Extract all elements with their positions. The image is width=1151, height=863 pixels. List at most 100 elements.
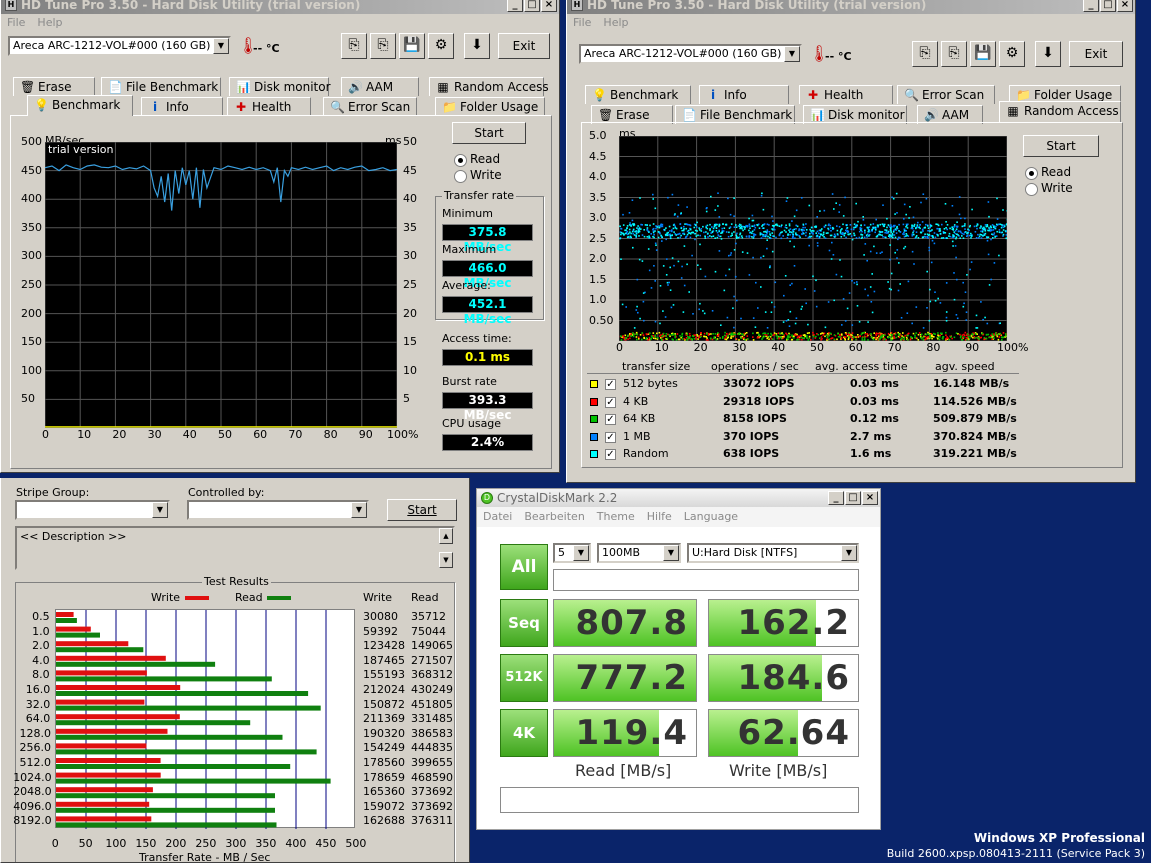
- tab-file-benchmark[interactable]: 📄 File Benchmark: [101, 77, 221, 96]
- scatter-point: [952, 227, 955, 230]
- copy-all-button[interactable]: ⎘: [370, 33, 396, 59]
- exit-button[interactable]: Exit: [1069, 41, 1123, 67]
- menu-help[interactable]: Help: [37, 14, 62, 31]
- scroll-up-icon[interactable]: ▲: [439, 528, 453, 544]
- scatter-point: [646, 224, 648, 226]
- minimize-button[interactable]: _: [828, 491, 844, 505]
- close-button[interactable]: ×: [862, 491, 878, 505]
- tab-aam[interactable]: 🔊 AAM: [341, 77, 419, 96]
- save-icon[interactable]: 💾: [399, 33, 425, 59]
- tab-random-access[interactable]: ▦ Random Access: [999, 101, 1121, 122]
- minimize-button[interactable]: _: [1083, 0, 1099, 12]
- close-button[interactable]: ×: [1117, 0, 1133, 12]
- maximize-button[interactable]: □: [845, 491, 861, 505]
- tab-health[interactable]: ✚ Health: [227, 97, 311, 116]
- exit-button[interactable]: Exit: [498, 33, 550, 59]
- options-icon[interactable]: ⚙: [999, 41, 1025, 67]
- copy-all-button[interactable]: ⎘: [941, 41, 967, 67]
- menu-language[interactable]: Language: [684, 507, 738, 527]
- 512k-button[interactable]: 512K: [500, 654, 548, 702]
- read-radio[interactable]: Read: [454, 152, 500, 167]
- tab-info[interactable]: i Info: [699, 85, 789, 104]
- menu-bearbeiten[interactable]: Bearbeiten: [524, 507, 584, 527]
- scatter-point: [869, 286, 872, 288]
- scatter-point: [865, 234, 868, 236]
- series-checkbox[interactable]: ✓: [605, 449, 616, 460]
- menu-help[interactable]: Help: [603, 14, 628, 31]
- hdtune-left-titlebar[interactable]: H HD Tune Pro 3.50 - Hard Disk Utility (…: [1, 0, 559, 14]
- tab-benchmark[interactable]: 💡 Benchmark: [585, 85, 691, 104]
- 4k-button[interactable]: 4K: [500, 709, 548, 757]
- cdm-titlebar[interactable]: D CrystalDiskMark 2.2 _ □ ×: [477, 489, 880, 507]
- scatter-point: [693, 338, 696, 340]
- hdtune-right-titlebar[interactable]: H HD Tune Pro 3.50 - Hard Disk Utility (…: [567, 0, 1135, 14]
- maximize-button[interactable]: □: [1100, 0, 1116, 12]
- scatter-point: [630, 332, 633, 335]
- close-button[interactable]: ×: [541, 0, 557, 12]
- drive-select[interactable]: Areca ARC-1212-VOL#000 (160 GB) ▼: [8, 36, 231, 56]
- scatter-point: [929, 226, 931, 229]
- copy-info-button[interactable]: ⎘: [912, 41, 938, 67]
- scatter-point: [927, 227, 930, 229]
- scatter-point: [952, 245, 954, 247]
- count-select[interactable]: 5 ▼: [553, 543, 591, 563]
- scatter-point: [863, 336, 866, 338]
- scatter-point: [856, 224, 858, 227]
- scatter-point: [792, 233, 795, 236]
- scatter-point: [845, 236, 847, 239]
- menu-theme[interactable]: Theme: [597, 507, 635, 527]
- series-checkbox[interactable]: ✓: [605, 396, 616, 408]
- series-checkbox[interactable]: ✓: [605, 379, 616, 390]
- header-speed: agv. speed: [935, 360, 995, 373]
- scroll-down-icon[interactable]: ▼: [439, 552, 453, 568]
- tab-error-scan[interactable]: 🔍 Error Scan: [323, 97, 417, 116]
- scatter-point: [961, 334, 964, 336]
- scatter-point: [953, 224, 956, 226]
- scatter-point: [817, 333, 820, 336]
- tab-error-scan[interactable]: 🔍 Error Scan: [897, 85, 995, 104]
- minimize-button[interactable]: _: [507, 0, 523, 12]
- scatter-point: [888, 287, 891, 290]
- tab-disk-monitor[interactable]: 📊 Disk monitor: [229, 77, 331, 96]
- scatter-point: [866, 335, 869, 338]
- tab-random-access[interactable]: ▦ Random Access: [429, 77, 549, 96]
- size-select[interactable]: 100MB ▼: [597, 543, 681, 563]
- save-icon[interactable]: 💾: [970, 41, 996, 67]
- drive-select[interactable]: U:Hard Disk [NTFS] ▼: [687, 543, 859, 563]
- stripe-group-select[interactable]: ▼: [15, 500, 170, 520]
- scatter-point: [850, 235, 853, 237]
- maximize-button[interactable]: □: [524, 0, 540, 12]
- scatter-point: [962, 281, 964, 284]
- start-button[interactable]: Start: [452, 122, 526, 144]
- menu-hilfe[interactable]: Hilfe: [647, 507, 672, 527]
- menu-file[interactable]: File: [573, 14, 591, 31]
- tab-health[interactable]: ✚ Health: [799, 85, 893, 104]
- controlled-by-select[interactable]: ▼: [187, 500, 369, 520]
- scatter-point: [659, 285, 662, 287]
- start-button[interactable]: Start: [387, 499, 457, 521]
- options-icon[interactable]: ⚙: [428, 33, 454, 59]
- scatter-point: [876, 337, 879, 339]
- start-button[interactable]: Start: [1023, 135, 1099, 157]
- scatter-point: [985, 337, 988, 340]
- menu-file[interactable]: File: [7, 14, 25, 31]
- download-arrow-icon[interactable]: ⬇: [1035, 41, 1061, 67]
- tab-info[interactable]: i Info: [141, 97, 223, 116]
- scatter-point: [829, 332, 832, 335]
- tab-benchmark[interactable]: 💡 Benchmark: [27, 95, 133, 116]
- copy-info-button[interactable]: ⎘: [341, 33, 367, 59]
- seq-button[interactable]: Seq: [500, 599, 548, 647]
- x-tick-label: 90: [965, 341, 980, 354]
- download-arrow-icon[interactable]: ⬇: [464, 33, 490, 59]
- write-radio[interactable]: Write: [454, 168, 502, 183]
- tab-folder-usage[interactable]: 📁 Folder Usage: [435, 97, 545, 116]
- drive-select[interactable]: Areca ARC-1212-VOL#000 (160 GB) ▼: [579, 44, 802, 64]
- read-radio[interactable]: Read: [1025, 165, 1071, 180]
- menu-datei[interactable]: Datei: [483, 507, 512, 527]
- series-checkbox[interactable]: ✓: [605, 414, 616, 425]
- tab-erase[interactable]: 🗑 Erase: [13, 77, 95, 96]
- scatter-point: [699, 243, 701, 246]
- write-radio[interactable]: Write: [1025, 181, 1073, 196]
- all-button[interactable]: All: [500, 544, 548, 590]
- series-checkbox[interactable]: ✓: [605, 431, 616, 443]
